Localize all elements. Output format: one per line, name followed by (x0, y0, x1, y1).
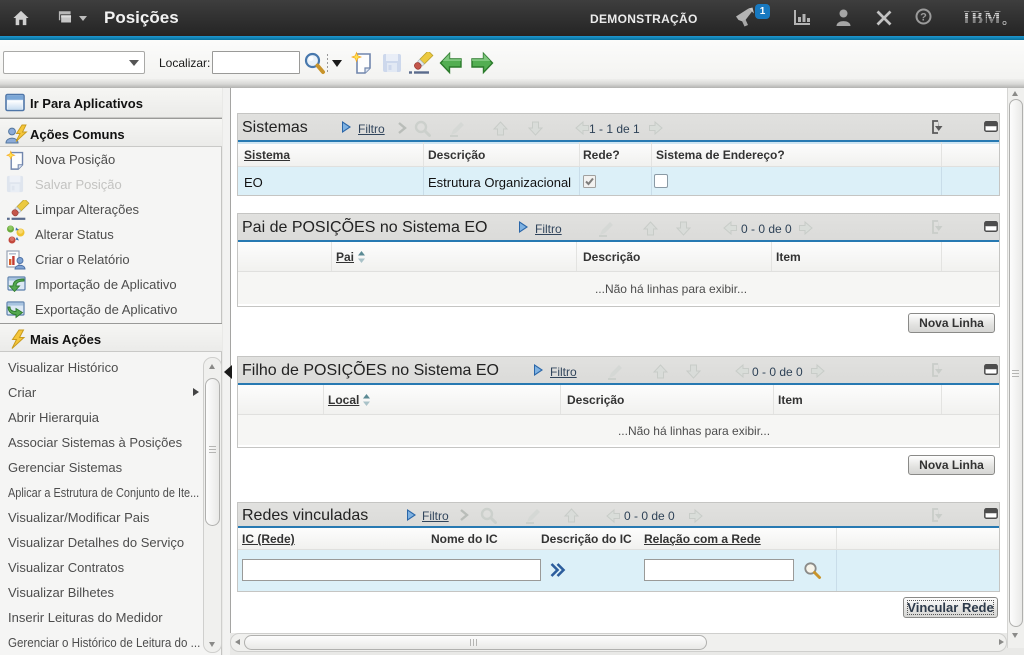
svg-text:IBM: IBM (964, 8, 1001, 27)
svg-text:?: ? (920, 12, 927, 24)
